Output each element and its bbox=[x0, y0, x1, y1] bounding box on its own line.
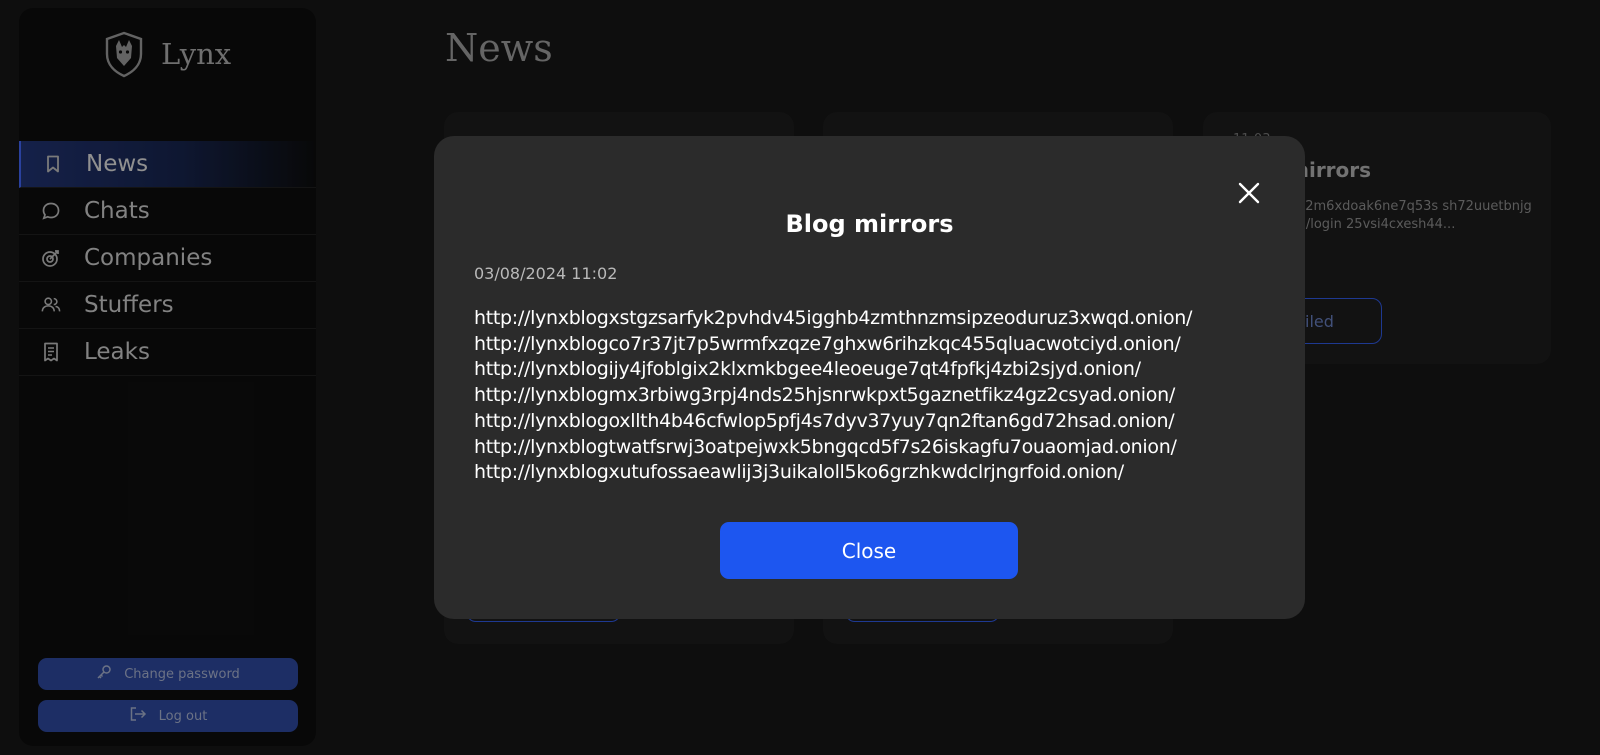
mirror-link[interactable]: http://lynxblogxutufossaeawlij3j3uikalol… bbox=[474, 460, 1294, 486]
mirror-links-list: http://lynxblogxstgzsarfyk2pvhdv45igghb4… bbox=[474, 306, 1294, 486]
close-button[interactable]: Close bbox=[720, 522, 1018, 579]
mirror-link[interactable]: http://lynxblogmx3rbiwg3rpj4nds25hjsnrwk… bbox=[474, 383, 1294, 409]
close-icon[interactable] bbox=[1234, 178, 1264, 208]
mirror-link[interactable]: http://lynxblogco7r37jt7p5wrmfxzqze7ghxw… bbox=[474, 332, 1294, 358]
mirror-link[interactable]: http://lynxblogoxllth4b46cfwlop5pfj4s7dy… bbox=[474, 409, 1294, 435]
blog-mirrors-modal: Blog mirrors 03/08/2024 11:02 http://lyn… bbox=[434, 136, 1305, 619]
modal-date: 03/08/2024 11:02 bbox=[474, 264, 618, 283]
modal-title: Blog mirrors bbox=[785, 210, 954, 238]
mirror-link[interactable]: http://lynxblogijy4jfoblgix2klxmkbgee4le… bbox=[474, 357, 1294, 383]
mirror-link[interactable]: http://lynxblogtwatfsrwj3oatpejwxk5bngqc… bbox=[474, 435, 1294, 461]
mirror-link[interactable]: http://lynxblogxstgzsarfyk2pvhdv45igghb4… bbox=[474, 306, 1294, 332]
